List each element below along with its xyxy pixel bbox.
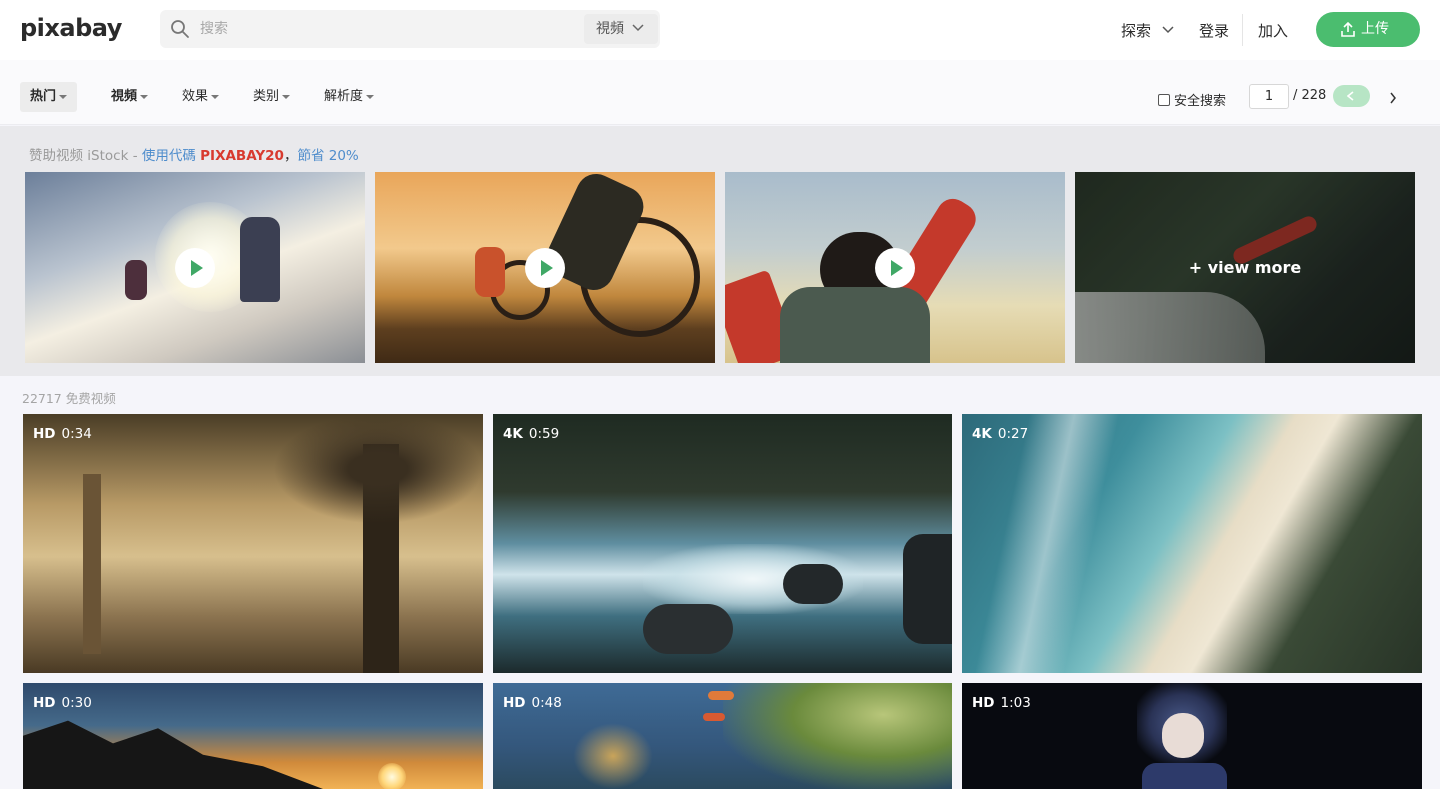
quality-label: HD [33,695,56,711]
sun [378,763,406,789]
video-thumbnail[interactable]: HD 1:03 [962,683,1422,789]
prev-page-button[interactable] [1333,85,1370,107]
caret-down-icon [366,94,375,99]
quality-label: HD [972,695,995,711]
sponsor-link[interactable]: 使用代碼 PIXABAY20，節省 20% [142,148,359,164]
filter-category[interactable]: 类别 [243,82,300,112]
video-badge: HD 0:30 [33,695,92,711]
safe-search-checkbox[interactable] [1158,94,1170,106]
duration-label: 0:30 [61,695,92,711]
fish [703,713,725,721]
rock [643,604,733,654]
mountain-silhouette [23,720,323,789]
filter-resolution[interactable]: 解析度 [314,82,384,112]
caret-down-icon [59,94,68,99]
video-thumbnail[interactable]: 4K 0:59 [493,414,952,673]
media-type-label: 視頻 [596,21,624,37]
results-count: 22717 免费视频 [22,391,116,406]
video-badge: 4K 0:27 [972,426,1028,442]
caret-down-icon [282,94,291,99]
header-divider [1242,14,1243,46]
duration-label: 0:34 [61,426,92,442]
safe-search-label: 安全搜索 [1174,94,1227,109]
anime-character-face [1162,713,1204,758]
video-badge: HD 0:48 [503,695,562,711]
filter-popular-label: 热门 [30,89,57,104]
person-backpack [780,287,930,363]
sponsored-video-thumbnail[interactable] [375,172,715,363]
video-thumbnail[interactable]: HD 0:30 [23,683,483,789]
view-more-tile[interactable]: + view more [1075,172,1415,363]
duration-label: 0:27 [997,426,1029,442]
video-badge: 4K 0:59 [503,426,559,442]
snowboarder-figure [125,260,147,300]
aquarium-plants [573,723,653,789]
caret-down-icon [140,94,149,99]
login-link[interactable]: 登录 [1199,20,1229,41]
chevron-left-icon [1347,91,1354,101]
anime-character-body [1142,763,1227,789]
aquarium-plants [723,683,952,789]
quality-label: 4K [972,426,992,442]
upload-icon [1341,22,1355,37]
snowboarder-figure [240,217,280,302]
quality-label: HD [33,426,56,442]
fish [708,691,734,700]
media-type-select[interactable]: 視頻 [584,14,658,44]
search-bar: 視頻 [160,10,660,48]
explore-label: 探索 [1121,22,1152,40]
explore-menu[interactable]: 探索 [1121,20,1174,41]
page-number-input[interactable]: 1 [1249,84,1289,109]
sponsor-banner: 赞助视频 iStock - 使用代碼 PIXABAY20，節省 20% [29,144,359,164]
sponsor-save: 節省 20% [297,148,359,164]
pixabay-logo[interactable]: pixabay [20,14,122,42]
chevron-right-icon [1390,92,1396,104]
join-link[interactable]: 加入 [1258,20,1288,41]
view-more-label: + view more [1188,258,1302,277]
play-icon[interactable] [175,248,215,288]
filter-video[interactable]: 視頻 [101,82,158,112]
top-header: pixabay 視頻 探索 登录 加入 上传 [0,0,1440,60]
play-icon[interactable] [875,248,915,288]
filter-video-label: 視頻 [111,89,138,104]
video-badge: HD 1:03 [972,695,1031,711]
sponsored-video-thumbnail[interactable] [25,172,365,363]
filter-effects[interactable]: 效果 [172,82,229,112]
sponsor-code-label: 使用代碼 [141,148,201,164]
rock [783,564,843,604]
video-thumbnail[interactable]: 4K 0:27 [962,414,1422,673]
tree-trunk [83,474,101,654]
chevron-down-icon [632,24,644,32]
upload-label: 上传 [1361,21,1389,37]
chevron-down-icon [1162,26,1174,34]
promo-code: PIXABAY20 [200,148,284,164]
duration-label: 0:59 [528,426,560,442]
video-thumbnail[interactable]: HD 0:48 [493,683,952,789]
filter-resolution-label: 解析度 [324,89,364,104]
play-icon[interactable] [525,248,565,288]
quality-label: 4K [503,426,523,442]
upload-button[interactable]: 上传 [1316,12,1420,47]
total-pages: / 228 [1293,88,1327,103]
quality-label: HD [503,695,526,711]
video-thumbnail[interactable]: HD 0:34 [23,414,483,673]
rock [903,534,952,644]
caret-down-icon [211,94,220,99]
next-page-button[interactable] [1389,89,1397,108]
duration-label: 1:03 [1000,695,1031,711]
wave-foam [974,414,1120,673]
video-badge: HD 0:34 [33,426,92,442]
sponsored-video-thumbnail[interactable] [725,172,1065,363]
filter-effects-label: 效果 [182,89,209,104]
search-icon[interactable] [170,19,190,39]
safe-search-toggle[interactable]: 安全搜索 [1158,90,1226,109]
tree-canopy [273,414,483,524]
cyclist-figure [475,247,505,297]
duration-label: 0:48 [531,695,562,711]
filter-popular[interactable]: 热门 [20,82,78,112]
sponsor-comma: ， [283,148,298,164]
sponsor-prefix: 赞助视频 iStock - [29,148,142,164]
filter-category-label: 类别 [253,89,280,104]
search-input[interactable] [200,19,580,39]
